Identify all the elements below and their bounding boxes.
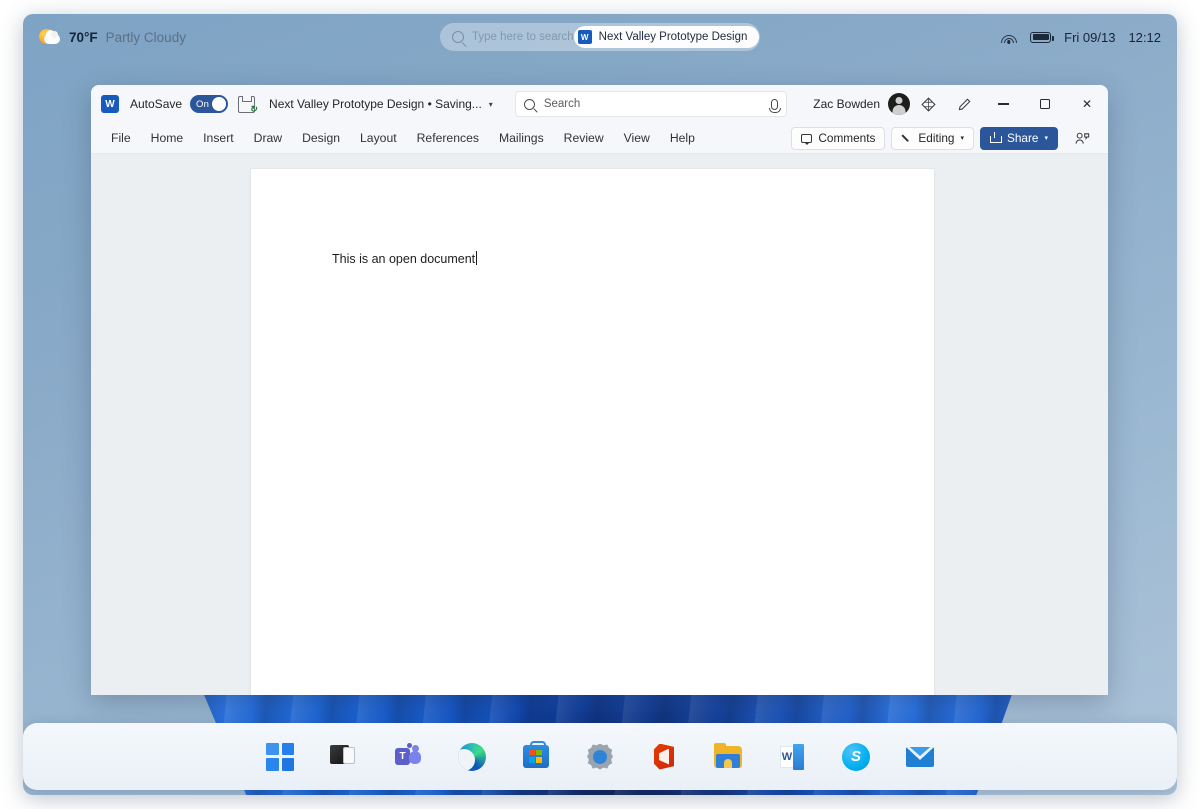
pen-icon [901, 133, 912, 144]
document-page[interactable]: This is an open document [251, 169, 934, 695]
document-body-text[interactable]: This is an open document [332, 251, 478, 266]
taskbar-item-store[interactable] [519, 740, 553, 774]
tab-mailings[interactable]: Mailings [489, 127, 554, 149]
word-icon: W [780, 743, 804, 770]
taskbar-item-file-explorer[interactable] [711, 740, 745, 774]
comment-icon [801, 133, 813, 145]
taskbar-item-mail[interactable] [903, 740, 937, 774]
share-label: Share [1007, 131, 1039, 145]
taskbar-item-skype[interactable]: S [839, 740, 873, 774]
taskbar-item-edge[interactable] [455, 740, 489, 774]
document-text-content: This is an open document [332, 252, 476, 266]
editing-button[interactable]: Editing ▾ [891, 126, 974, 150]
editing-label: Editing [918, 131, 955, 145]
tab-insert[interactable]: Insert [193, 127, 243, 149]
partly-cloudy-icon [39, 26, 61, 48]
tray-time[interactable]: 12:12 [1128, 30, 1161, 45]
chevron-down-icon[interactable]: ▾ [489, 100, 493, 109]
ribbon-right-actions: Comments Editing ▾ Share ▾ [791, 119, 1108, 157]
search-suggestion-chip[interactable]: W Next Valley Prototype Design [573, 26, 760, 48]
taskbar: T W S [23, 723, 1177, 790]
battery-icon[interactable] [1030, 31, 1054, 43]
tab-view[interactable]: View [614, 127, 660, 149]
tab-review[interactable]: Review [554, 127, 614, 149]
chevron-down-icon: ▾ [960, 135, 964, 142]
taskbar-item-office[interactable] [647, 740, 681, 774]
search-suggestion-label: Next Valley Prototype Design [598, 31, 748, 43]
gear-icon [587, 743, 613, 770]
word-ribbon-tabs: File Home Insert Draw Design Layout Refe… [91, 123, 1108, 154]
word-title-bar: W AutoSave On ↻ Next Valley Prototype De… [91, 85, 1108, 123]
autosave-toggle[interactable]: On [190, 95, 229, 113]
microphone-icon[interactable] [769, 98, 782, 113]
avatar[interactable] [888, 93, 910, 115]
close-button[interactable]: ✕ [1066, 85, 1108, 123]
tray-date[interactable]: Fri 09/13 [1064, 30, 1115, 45]
minimize-button[interactable] [982, 85, 1024, 123]
folder-icon [714, 742, 742, 768]
autosave-label: AutoSave [130, 97, 183, 111]
document-canvas[interactable]: This is an open document [91, 154, 1108, 695]
word-search-placeholder: Search [543, 98, 581, 110]
teams-glyph: T [395, 747, 410, 765]
task-view-icon [330, 744, 356, 769]
text-caret [476, 251, 478, 265]
wifi-icon[interactable] [1000, 31, 1017, 44]
tab-help[interactable]: Help [660, 127, 705, 149]
desktop-screen: 70°F Partly Cloudy Type here to search W… [23, 14, 1177, 795]
tab-draw[interactable]: Draw [244, 127, 292, 149]
taskbar-item-word[interactable]: W [775, 740, 809, 774]
system-tray: Fri 09/13 12:12 [1000, 14, 1161, 60]
chevron-down-icon: ▾ [1044, 135, 1048, 142]
search-icon [452, 31, 464, 43]
office-icon [654, 743, 674, 770]
tab-home[interactable]: Home [141, 127, 194, 149]
word-search-box[interactable]: Search [514, 91, 787, 117]
taskbar-item-task-view[interactable] [327, 740, 361, 774]
word-glyph: W [780, 745, 794, 768]
weather-widget[interactable]: 70°F Partly Cloudy [39, 26, 186, 48]
word-icon: W [577, 30, 592, 44]
title-bar-right: Zac Bowden ✕ [813, 85, 1108, 123]
search-placeholder: Type here to search [472, 31, 574, 43]
search-icon [523, 98, 535, 110]
comments-button[interactable]: Comments [791, 126, 886, 150]
share-button[interactable]: Share ▾ [980, 126, 1058, 150]
word-window: W AutoSave On ↻ Next Valley Prototype De… [91, 85, 1108, 695]
taskbar-item-settings[interactable] [583, 740, 617, 774]
word-app-icon: W [101, 95, 119, 113]
pen-icon[interactable] [946, 85, 982, 123]
tab-references[interactable]: References [407, 127, 489, 149]
store-icon [523, 740, 549, 768]
tab-file[interactable]: File [101, 127, 141, 149]
comments-label: Comments [818, 131, 876, 145]
mail-icon [906, 746, 934, 767]
maximize-button[interactable] [1024, 85, 1066, 123]
taskbar-search-box[interactable]: Type here to search W Next Valley Protot… [440, 23, 760, 51]
user-name[interactable]: Zac Bowden [813, 97, 880, 111]
taskbar-item-teams[interactable]: T [391, 740, 425, 774]
weather-temperature: 70°F [69, 29, 98, 45]
share-people-icon[interactable] [1064, 119, 1100, 157]
save-icon[interactable]: ↻ [238, 95, 257, 113]
document-title[interactable]: Next Valley Prototype Design • Saving... [269, 97, 482, 111]
weather-condition: Partly Cloudy [105, 29, 186, 45]
skype-icon: S [842, 742, 870, 771]
diamond-icon[interactable] [910, 85, 946, 123]
taskbar-item-start[interactable] [263, 740, 297, 774]
edge-icon [458, 742, 486, 771]
teams-icon: T [395, 742, 421, 770]
share-icon [990, 132, 1002, 143]
tab-design[interactable]: Design [292, 127, 350, 149]
autosave-state: On [196, 98, 210, 110]
system-top-bar: 70°F Partly Cloudy Type here to search W… [23, 14, 1177, 60]
tab-layout[interactable]: Layout [350, 127, 407, 149]
start-icon [266, 742, 294, 771]
